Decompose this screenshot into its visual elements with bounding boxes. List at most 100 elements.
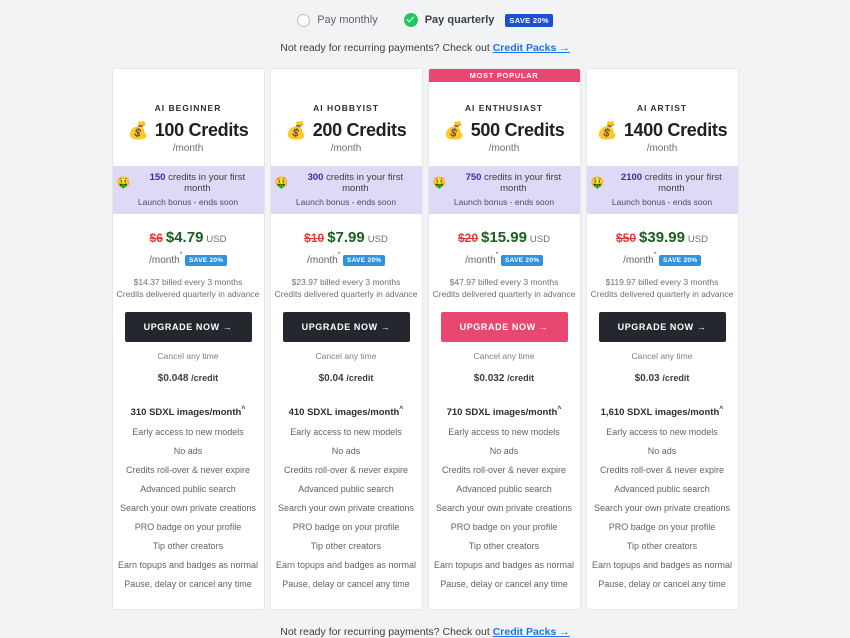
feature-item: PRO badge on your profile xyxy=(429,517,580,536)
per-month-row: /month*SAVE 20% xyxy=(271,247,422,268)
credit-packs-note-top: Not ready for recurring payments? Check … xyxy=(0,31,850,54)
banner-spacer xyxy=(587,69,738,82)
banner-spacer xyxy=(271,69,422,82)
per-credit-amount: $0.032 xyxy=(474,373,505,384)
per-credit-unit: /credit xyxy=(346,373,373,383)
credits-period: /month xyxy=(113,141,264,166)
feature-item: Tip other creators xyxy=(113,536,264,555)
bonus-credit-count: 150 xyxy=(150,172,166,183)
pricing-cards: AI BEGINNER💰100 Credits/month🤑150 credit… xyxy=(0,54,850,610)
feature-item: Search your own private creations xyxy=(113,498,264,517)
credit-packs-link[interactable]: Credit Packs → xyxy=(493,42,570,54)
feature-label: Earn topups and badges as normal xyxy=(276,560,416,570)
billed-amount-line: $23.97 billed every 3 months xyxy=(271,268,422,287)
check-circle-icon[interactable] xyxy=(404,13,418,27)
feature-item: No ads xyxy=(429,441,580,460)
credits-row: 💰500 Credits xyxy=(429,113,580,141)
feature-item: Early access to new models xyxy=(113,422,264,441)
billed-amount-line: $14.37 billed every 3 months xyxy=(113,268,264,287)
radio-unselected-icon[interactable] xyxy=(297,14,310,27)
cancel-anytime-note: Cancel any time xyxy=(587,342,738,361)
credits-amount: 200 Credits xyxy=(313,120,407,141)
bonus-subtext: Launch bonus - ends soon xyxy=(591,194,734,207)
bonus-subtext: Launch bonus - ends soon xyxy=(433,194,576,207)
bonus-main-line: 🤑2100 credits in your first month xyxy=(591,172,734,194)
launch-bonus-band: 🤑2100 credits in your first monthLaunch … xyxy=(587,166,738,214)
feature-label: 1,610 SDXL images/month xyxy=(601,407,720,418)
card-save-badge: SAVE 20% xyxy=(501,255,542,266)
feature-label: 410 SDXL images/month xyxy=(289,407,400,418)
bonus-subtext: Launch bonus - ends soon xyxy=(275,194,418,207)
feature-item: Pause, delay or cancel any time xyxy=(429,574,580,593)
credit-packs-note-text-bottom: Not ready for recurring payments? Check … xyxy=(280,626,490,638)
bonus-main-line: 🤑 150 credits in your first month xyxy=(117,172,260,194)
currency-label: USD xyxy=(206,234,226,245)
feature-item: Tip other creators xyxy=(271,536,422,555)
footnote-marker: ^ xyxy=(557,406,561,413)
feature-label: Pause, delay or cancel any time xyxy=(440,579,568,589)
feature-label: Earn topups and badges as normal xyxy=(118,560,258,570)
upgrade-now-button[interactable]: UPGRADE NOW → xyxy=(441,312,568,342)
per-credit-line: $0.04 /credit xyxy=(271,361,422,384)
currency-label: USD xyxy=(688,234,708,245)
plan-name: AI ENTHUSIAST xyxy=(429,82,580,113)
feature-item: Advanced public search xyxy=(271,479,422,498)
feature-label: Tip other creators xyxy=(153,541,223,551)
pay-quarterly-option[interactable]: Pay quarterly SAVE 20% xyxy=(404,13,553,27)
feature-item: PRO badge on your profile xyxy=(587,517,738,536)
feature-label: Pause, delay or cancel any time xyxy=(124,579,252,589)
upgrade-now-button[interactable]: UPGRADE NOW → xyxy=(125,312,252,342)
pay-monthly-label: Pay monthly xyxy=(317,14,378,26)
upgrade-now-button[interactable]: UPGRADE NOW → xyxy=(599,312,726,342)
billing-period-toggle[interactable]: Pay monthly Pay quarterly SAVE 20% xyxy=(0,0,850,31)
feature-item: Early access to new models xyxy=(587,422,738,441)
feature-label: Early access to new models xyxy=(290,427,402,437)
feature-label: Credits roll-over & never expire xyxy=(126,465,250,475)
footnote-marker: ^ xyxy=(399,406,403,413)
per-credit-unit: /credit xyxy=(662,373,689,383)
feature-item: Search your own private creations xyxy=(429,498,580,517)
feature-item: Early access to new models xyxy=(271,422,422,441)
cancel-anytime-note: Cancel any time xyxy=(271,342,422,361)
original-price: $20 xyxy=(458,231,478,245)
pricing-card: AI HOBBYIST💰200 Credits/month🤑300 credit… xyxy=(270,68,423,610)
price-row: $50$39.99USD xyxy=(587,214,738,247)
feature-item: PRO badge on your profile xyxy=(271,517,422,536)
feature-label: Search your own private creations xyxy=(594,503,730,513)
pricing-page: Pay monthly Pay quarterly SAVE 20% Not r… xyxy=(0,0,850,553)
per-credit-line: $0.03 /credit xyxy=(587,361,738,384)
feature-label: Pause, delay or cancel any time xyxy=(282,579,410,589)
pricing-card: AI BEGINNER💰100 Credits/month🤑150 credit… xyxy=(112,68,265,610)
feature-item: Pause, delay or cancel any time xyxy=(271,574,422,593)
feature-label: Advanced public search xyxy=(456,484,552,494)
asterisk-marker: * xyxy=(496,252,499,259)
pay-monthly-option[interactable]: Pay monthly xyxy=(297,14,378,27)
per-credit-line: $0.032 /credit xyxy=(429,361,580,384)
feature-item: Early access to new models xyxy=(429,422,580,441)
current-price: $4.79 xyxy=(166,229,204,246)
billed-amount-line: $119.97 billed every 3 months xyxy=(587,268,738,287)
save-badge: SAVE 20% xyxy=(505,14,552,27)
launch-bonus-band: 🤑750 credits in your first monthLaunch b… xyxy=(429,166,580,214)
feature-item: 410 SDXL images/month^ xyxy=(271,400,422,422)
money-face-icon: 🤑 xyxy=(117,178,131,189)
current-price: $39.99 xyxy=(639,229,685,246)
feature-label: Credits roll-over & never expire xyxy=(442,465,566,475)
feature-label: PRO badge on your profile xyxy=(451,522,558,532)
feature-label: 710 SDXL images/month xyxy=(447,407,558,418)
feature-item: Pause, delay or cancel any time xyxy=(113,574,264,593)
feature-label: No ads xyxy=(648,446,677,456)
credits-row: 💰1400 Credits xyxy=(587,113,738,141)
per-month-row: /month*SAVE 20% xyxy=(587,247,738,268)
credit-packs-link-bottom[interactable]: Credit Packs → xyxy=(493,626,570,638)
money-bag-icon: 💰 xyxy=(444,122,465,139)
bonus-text: credits in your first month xyxy=(168,172,245,194)
pricing-card: MOST POPULARAI ENTHUSIAST💰500 Credits/mo… xyxy=(428,68,581,610)
feature-label: PRO badge on your profile xyxy=(293,522,400,532)
price-row: $20$15.99USD xyxy=(429,214,580,247)
card-save-badge: SAVE 20% xyxy=(659,255,700,266)
feature-item: No ads xyxy=(113,441,264,460)
price-row: $6$4.79USD xyxy=(113,214,264,247)
banner-spacer xyxy=(113,69,264,82)
upgrade-now-button[interactable]: UPGRADE NOW → xyxy=(283,312,410,342)
